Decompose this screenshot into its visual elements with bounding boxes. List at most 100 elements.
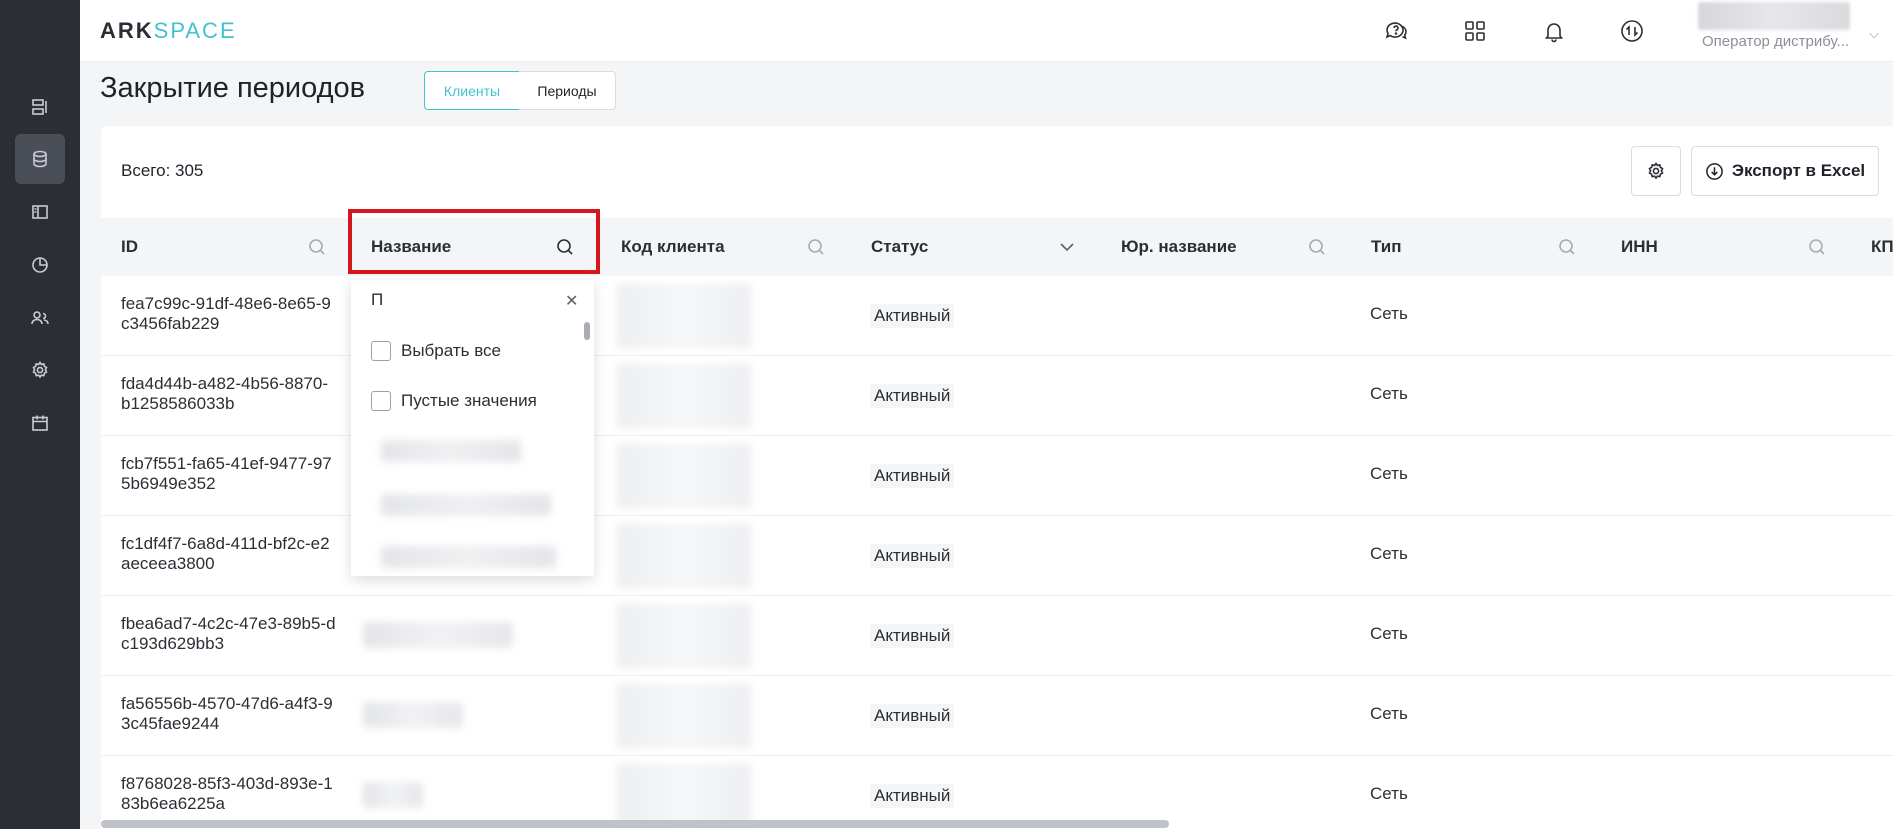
- page-title: Закрытие периодов: [100, 72, 366, 104]
- column-header-client-code[interactable]: Код клиента: [601, 218, 851, 276]
- cell-type: Сеть: [1370, 384, 1408, 403]
- column-header-type[interactable]: Тип: [1351, 218, 1601, 276]
- cell-client-code-redacted: [617, 684, 751, 748]
- highlight-box: [348, 209, 600, 274]
- table-settings-button[interactable]: [1631, 146, 1681, 196]
- logo-space-text: SPACE: [153, 18, 237, 43]
- search-icon[interactable]: [307, 237, 327, 257]
- cell-type: Сеть: [1370, 304, 1408, 323]
- checkbox[interactable]: [371, 391, 391, 411]
- table-row[interactable]: fa56556b-4570-47d6-a4f3-93c45fae9244 Акт…: [101, 676, 1893, 756]
- column-label: Юр. название: [1121, 237, 1237, 256]
- sidebar: [0, 0, 80, 829]
- filter-option-redacted[interactable]: [381, 494, 551, 516]
- cell-id: fcb7f551-fa65-41ef-9477-975b6949e352: [121, 454, 332, 493]
- cell-type: Сеть: [1370, 784, 1408, 803]
- sidebar-item-panel[interactable]: [15, 187, 65, 237]
- panel-icon: [32, 205, 48, 219]
- filter-search-input[interactable]: П: [371, 290, 571, 320]
- pie-chart-icon: [32, 257, 48, 273]
- search-icon[interactable]: [1807, 237, 1827, 257]
- status-badge: Активный: [870, 624, 955, 648]
- name-filter-dropdown: П ✕ Выбрать все Пустые значения: [351, 280, 594, 576]
- column-label: Тип: [1371, 237, 1402, 256]
- search-icon[interactable]: [1307, 237, 1327, 257]
- column-header-legal-name[interactable]: Юр. название: [1101, 218, 1351, 276]
- chevron-down-icon[interactable]: [1057, 237, 1077, 257]
- cell-id: fc1df4f7-6a8d-411d-bf2c-e2aeceea3800: [121, 534, 330, 573]
- checkbox[interactable]: [371, 341, 391, 361]
- sidebar-item-reports[interactable]: [15, 240, 65, 290]
- column-header-inn[interactable]: ИНН: [1601, 218, 1851, 276]
- top-header: ARKSPACE Оператор дистрибу... ⌵: [80, 0, 1893, 62]
- filter-option-redacted[interactable]: [381, 440, 521, 462]
- sidebar-item-users[interactable]: [15, 293, 65, 343]
- notifications-button[interactable]: [1537, 14, 1571, 48]
- export-label: Экспорт в Excel: [1731, 161, 1866, 180]
- status-badge: Активный: [870, 384, 955, 408]
- cell-id: fda4d44b-a482-4b56-8870-b1258586033b: [121, 374, 329, 413]
- servers-icon: [32, 99, 47, 115]
- download-icon: [1705, 162, 1723, 180]
- option-label: Выбрать все: [401, 341, 501, 360]
- filter-option-select-all[interactable]: Выбрать все: [371, 339, 501, 363]
- cell-client-code-redacted: [617, 444, 751, 508]
- cell-type: Сеть: [1370, 464, 1408, 483]
- users-icon: [31, 311, 49, 325]
- column-label: КП: [1871, 237, 1893, 256]
- sidebar-item-calendar[interactable]: [15, 398, 65, 448]
- option-label: Пустые значения: [401, 391, 537, 410]
- search-icon[interactable]: [806, 237, 826, 257]
- cell-client-code-redacted: [617, 604, 751, 668]
- sync-icon: [1621, 20, 1643, 42]
- user-role: Оператор дистрибу...: [1702, 33, 1850, 50]
- status-badge: Активный: [870, 784, 955, 808]
- search-icon[interactable]: [1557, 237, 1577, 257]
- column-label: Статус: [871, 237, 929, 256]
- app-logo[interactable]: ARKSPACE: [100, 18, 237, 44]
- tab-clients[interactable]: Клиенты: [424, 71, 520, 110]
- cell-type: Сеть: [1370, 544, 1408, 563]
- help-chat-icon: [1385, 22, 1407, 40]
- tab-periods[interactable]: Периоды: [519, 71, 616, 110]
- sidebar-item-database[interactable]: [15, 134, 65, 184]
- cell-name-redacted: [363, 622, 513, 648]
- status-badge: Активный: [870, 544, 955, 568]
- scrollbar[interactable]: [584, 322, 590, 340]
- filter-option-empty-values[interactable]: Пустые значения: [371, 389, 537, 413]
- sync-button[interactable]: [1615, 14, 1649, 48]
- cell-type: Сеть: [1370, 624, 1408, 643]
- table-row[interactable]: f8768028-85f3-403d-893e-183b6ea6225a Акт…: [101, 756, 1893, 829]
- export-excel-button[interactable]: Экспорт в Excel: [1691, 146, 1879, 196]
- cell-id: fa56556b-4570-47d6-a4f3-93c45fae9244: [121, 694, 333, 733]
- help-chat-button[interactable]: [1379, 14, 1413, 48]
- cell-id: fea7c99c-91df-48e6-8e65-9c3456fab229: [121, 294, 331, 333]
- bell-icon: [1544, 23, 1564, 43]
- gear-icon: [1648, 162, 1664, 180]
- user-name-redacted: [1698, 2, 1850, 30]
- chevron-down-icon[interactable]: ⌵: [1869, 26, 1879, 42]
- column-label: ID: [121, 237, 138, 256]
- column-header-status[interactable]: Статус: [851, 218, 1101, 276]
- cell-client-code-redacted: [617, 364, 751, 428]
- column-header-kpp[interactable]: КП: [1851, 218, 1893, 276]
- sidebar-item-settings[interactable]: [15, 345, 65, 395]
- logo-ark-text: ARK: [100, 18, 154, 43]
- apps-grid-button[interactable]: [1458, 14, 1492, 48]
- table-row[interactable]: fbea6ad7-4c2c-47e3-89b5-dc193d629bb3 Акт…: [101, 596, 1893, 676]
- sidebar-item-servers[interactable]: [15, 82, 65, 132]
- cell-client-code-redacted: [617, 524, 751, 588]
- horizontal-scrollbar[interactable]: [101, 820, 1169, 828]
- close-icon[interactable]: ✕: [565, 291, 578, 311]
- calendar-icon: [32, 415, 48, 431]
- cell-type: Сеть: [1370, 704, 1408, 723]
- status-badge: Активный: [870, 304, 955, 328]
- filter-option-redacted[interactable]: [381, 546, 556, 568]
- cell-name-redacted: [363, 702, 463, 728]
- apps-grid-icon: [1465, 21, 1485, 41]
- total-count: Всего: 305: [121, 161, 204, 180]
- user-menu[interactable]: Оператор дистрибу...: [1698, 0, 1878, 62]
- column-header-id[interactable]: ID: [101, 218, 351, 276]
- cell-client-code-redacted: [617, 284, 751, 348]
- status-badge: Активный: [870, 464, 955, 488]
